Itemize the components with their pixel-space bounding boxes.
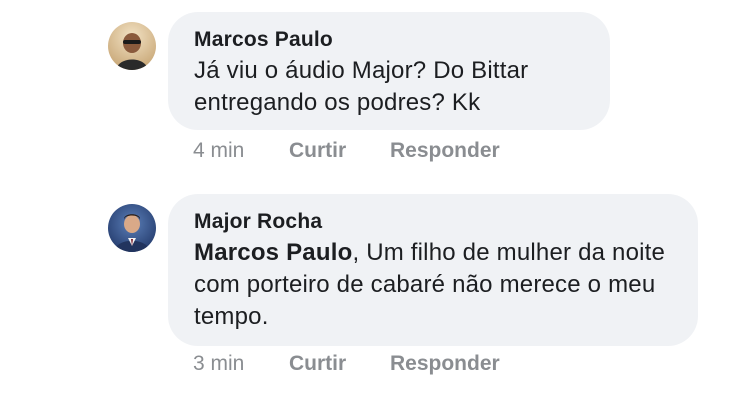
comment-author[interactable]: Marcos Paulo	[194, 28, 584, 52]
comment-time[interactable]: 3 min	[193, 352, 289, 376]
like-button[interactable]: Curtir	[289, 139, 390, 163]
reply-button[interactable]: Responder	[390, 139, 500, 163]
comment-time[interactable]: 4 min	[193, 139, 289, 163]
comment-author[interactable]: Major Rocha	[194, 210, 672, 234]
avatar[interactable]	[108, 204, 156, 252]
comment-bubble: Marcos Paulo Já viu o áudio Major? Do Bi…	[168, 12, 610, 130]
comment-actions: 4 min Curtir Responder	[193, 139, 500, 163]
comment-text: Já viu o áudio Major? Do Bittar entregan…	[194, 57, 529, 116]
comment-text: Marcos Paulo, Um filho de mulher da noit…	[194, 237, 672, 333]
comment-actions: 3 min Curtir Responder	[193, 352, 500, 376]
reply-button[interactable]: Responder	[390, 352, 500, 376]
avatar[interactable]	[108, 22, 156, 70]
user-photo-icon	[108, 204, 156, 252]
like-button[interactable]: Curtir	[289, 352, 390, 376]
user-photo-icon	[108, 22, 156, 70]
comment-bubble: Major Rocha Marcos Paulo, Um filho de mu…	[168, 194, 698, 346]
mention-link[interactable]: Marcos Paulo	[194, 239, 352, 266]
